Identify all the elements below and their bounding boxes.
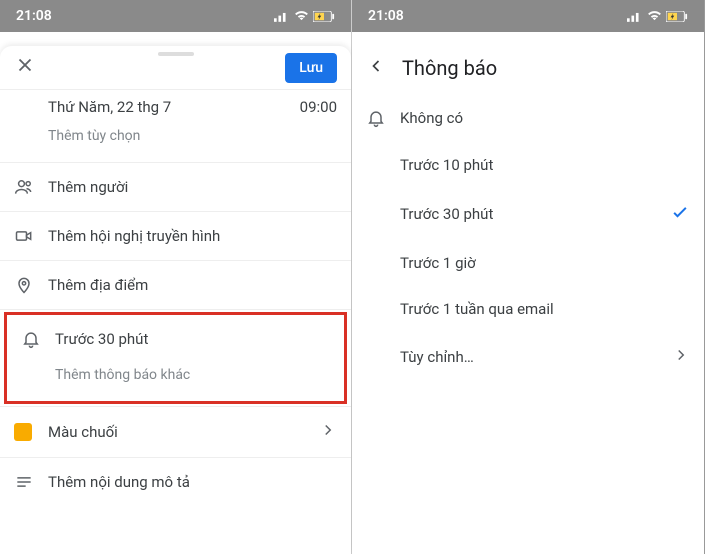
option-1hour-label: Trước 1 giờ	[400, 254, 690, 272]
description-icon	[14, 472, 48, 492]
option-30min-label: Trước 30 phút	[400, 205, 670, 223]
sheet-header: Lưu	[0, 46, 351, 90]
status-bar: 21:08	[0, 0, 351, 32]
option-1week-email[interactable]: Trước 1 tuần qua email	[352, 286, 704, 332]
chevron-right-icon	[319, 421, 337, 443]
status-time: 21:08	[368, 8, 404, 24]
signal-icon	[627, 11, 643, 22]
notification-header: Thông báo	[352, 46, 704, 90]
option-1week-email-label: Trước 1 tuần qua email	[400, 300, 690, 318]
add-people-row[interactable]: Thêm người	[0, 163, 351, 211]
battery-icon	[313, 11, 335, 22]
divider	[0, 309, 351, 310]
notification-sheet: Thông báo Không có Trước 10 phút Trước 3…	[352, 46, 704, 554]
option-custom[interactable]: Tùy chỉnh…	[352, 332, 704, 382]
add-notification-row[interactable]: Thêm thông báo khác	[7, 363, 344, 401]
battery-icon	[666, 11, 688, 22]
event-edit-screen: 21:08 Lưu Thứ Năm, 22 thg 7 09:00 Thêm t…	[0, 0, 352, 554]
signal-icon	[274, 11, 290, 22]
add-video-row[interactable]: Thêm hội nghị truyền hình	[0, 212, 351, 260]
bell-icon	[21, 329, 55, 349]
option-1hour[interactable]: Trước 1 giờ	[352, 240, 704, 286]
chevron-right-icon	[672, 346, 690, 368]
status-icons	[274, 11, 335, 22]
option-none[interactable]: Không có	[352, 94, 704, 142]
status-bar: 21:08	[352, 0, 704, 32]
add-location-label: Thêm địa điểm	[48, 276, 337, 294]
color-chip	[14, 423, 32, 441]
people-icon	[14, 177, 48, 197]
color-chip-slot	[14, 423, 48, 441]
edit-event-sheet: Lưu Thứ Năm, 22 thg 7 09:00 Thêm tùy chọ…	[0, 46, 351, 554]
notification-picker-screen: 21:08 Thông báo Không có Trước 10 phút	[352, 0, 704, 554]
option-custom-label: Tùy chỉnh…	[400, 348, 672, 366]
notification-highlight-box: Trước 30 phút Thêm thông báo khác	[4, 312, 347, 404]
notification-title: Thông báo	[402, 56, 497, 80]
option-none-label: Không có	[400, 109, 690, 127]
save-button[interactable]: Lưu	[285, 53, 337, 83]
status-icons	[627, 11, 688, 22]
option-30min[interactable]: Trước 30 phút	[352, 188, 704, 240]
add-people-label: Thêm người	[48, 178, 337, 196]
wifi-icon	[294, 11, 309, 22]
add-location-row[interactable]: Thêm địa điểm	[0, 261, 351, 309]
bell-icon	[366, 108, 400, 128]
color-label: Màu chuối	[48, 423, 319, 441]
add-description-row[interactable]: Thêm nội dung mô tả	[0, 458, 351, 506]
add-option-row[interactable]: Thêm tùy chọn	[0, 124, 351, 162]
check-icon	[670, 202, 690, 226]
event-time-label: 09:00	[300, 98, 337, 116]
location-icon	[14, 275, 48, 295]
event-date-label: Thứ Năm, 22 thg 7	[48, 98, 300, 116]
option-10min-label: Trước 10 phút	[400, 156, 690, 174]
status-time: 21:08	[16, 8, 52, 24]
notification-value-label: Trước 30 phút	[55, 330, 330, 348]
sheet-grabber[interactable]	[158, 52, 194, 56]
add-description-label: Thêm nội dung mô tả	[48, 473, 337, 491]
color-row[interactable]: Màu chuối	[0, 407, 351, 457]
notification-row[interactable]: Trước 30 phút	[7, 315, 344, 363]
close-icon[interactable]	[14, 54, 36, 82]
notification-options: Không có Trước 10 phút Trước 30 phút Trư…	[352, 94, 704, 382]
wifi-icon	[647, 11, 662, 22]
add-option-label: Thêm tùy chọn	[14, 128, 337, 144]
event-date-row[interactable]: Thứ Năm, 22 thg 7 09:00	[0, 90, 351, 124]
add-notification-label: Thêm thông báo khác	[21, 367, 330, 383]
option-10min[interactable]: Trước 10 phút	[352, 142, 704, 188]
back-icon[interactable]	[366, 56, 386, 80]
add-video-label: Thêm hội nghị truyền hình	[48, 227, 337, 245]
video-icon	[14, 226, 48, 246]
